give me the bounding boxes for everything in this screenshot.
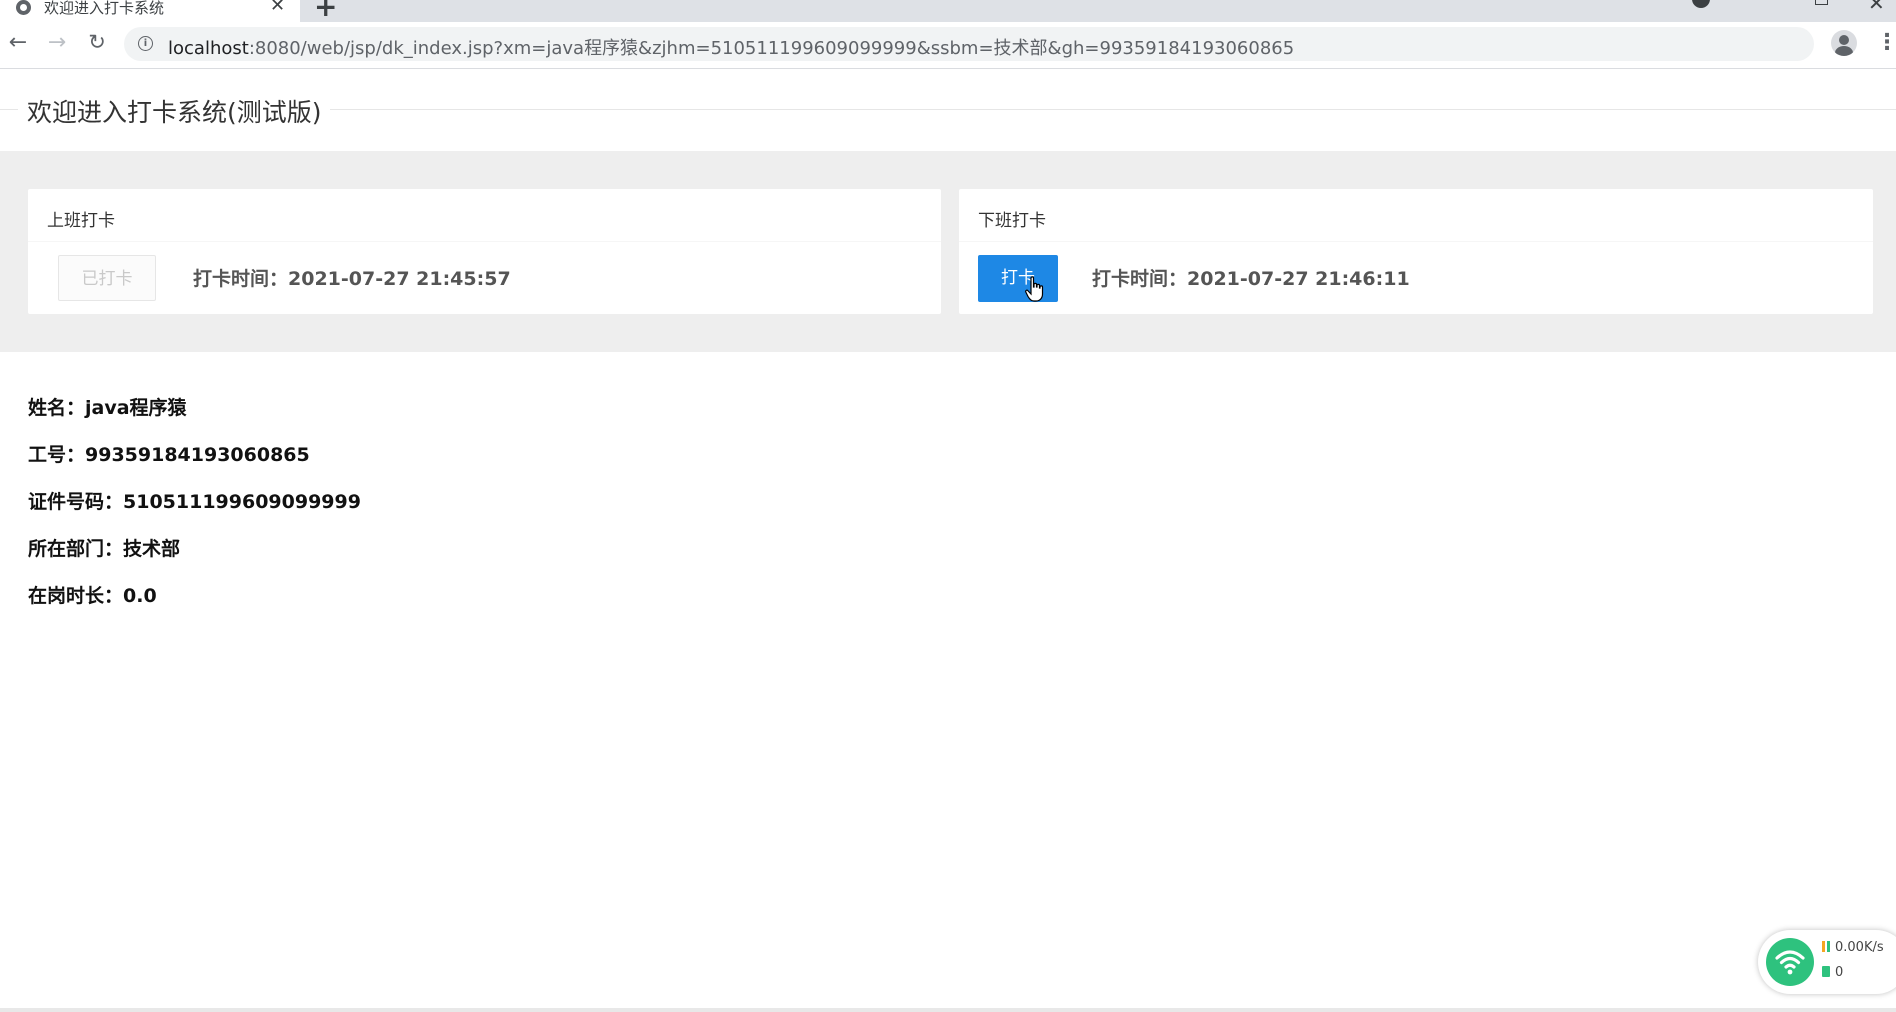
globe-icon xyxy=(16,0,31,15)
employee-department: 所在部门：技术部 xyxy=(28,538,181,560)
url-text[interactable]: localhost:8080/web/jsp/dk_index.jsp?xm=j… xyxy=(168,34,1294,60)
browser-toolbar: ← → ↻ i localhost:8080/web/jsp/dk_index.… xyxy=(0,22,1896,69)
network-speed: 0.00K/s xyxy=(1822,940,1884,955)
back-arrow-icon[interactable]: ← xyxy=(4,30,32,55)
employee-name: 姓名：java程序猿 xyxy=(28,397,187,419)
url-host: localhost xyxy=(168,38,249,59)
window-close-icon[interactable]: ✕ xyxy=(1868,0,1885,15)
page-header: 欢迎进入打卡系统(测试版) xyxy=(0,69,1896,151)
card-header: 上班打卡 xyxy=(28,189,941,242)
clock-in-title: 上班打卡 xyxy=(47,211,115,231)
network-count-value: 0 xyxy=(1835,965,1844,980)
reload-icon[interactable]: ↻ xyxy=(83,30,111,54)
bottom-edge xyxy=(0,1008,1896,1012)
divider xyxy=(0,109,18,110)
clock-in-time: 打卡时间：2021-07-27 21:45:57 xyxy=(193,268,511,290)
employee-id-number: 证件号码：510511199609099999 xyxy=(28,491,361,513)
clock-in-card: 上班打卡 已打卡 打卡时间：2021-07-27 21:45:57 xyxy=(28,189,941,314)
window-restore-icon[interactable] xyxy=(1815,0,1828,5)
tab-search-icon[interactable] xyxy=(1692,0,1710,8)
employee-duty-hours: 在岗时长：0.0 xyxy=(28,585,157,607)
kebab-menu-icon[interactable]: ⋮ xyxy=(1876,30,1896,55)
device-icon xyxy=(1822,966,1830,977)
browser-tabstrip: 欢迎进入打卡系统 ✕ + ✕ xyxy=(0,0,1896,22)
tab-title: 欢迎进入打卡系统 xyxy=(44,0,165,17)
close-icon[interactable]: ✕ xyxy=(270,0,285,16)
divider xyxy=(330,109,1896,110)
hand-cursor-icon xyxy=(1025,276,1044,302)
wifi-glyph xyxy=(1775,950,1805,975)
employee-info: 姓名：java程序猿 工号：99359184193060865 证件号码：510… xyxy=(28,393,361,628)
clock-out-title: 下班打卡 xyxy=(978,211,1046,231)
clock-out-button[interactable]: 打卡 xyxy=(978,255,1058,302)
network-count: 0 xyxy=(1822,965,1843,980)
clock-in-done-button: 已打卡 xyxy=(58,255,156,301)
url-path: :8080/web/jsp/dk_index.jsp?xm=java程序猿&zj… xyxy=(248,38,1295,59)
network-speed-widget[interactable]: 0.00K/s 0 xyxy=(1758,930,1896,994)
address-bar[interactable]: i localhost:8080/web/jsp/dk_index.jsp?xm… xyxy=(124,27,1814,61)
clock-out-card: 下班打卡 打卡 打卡时间：2021-07-27 21:46:11 xyxy=(959,189,1873,314)
page-title: 欢迎进入打卡系统(测试版) xyxy=(27,98,322,127)
forward-arrow-icon[interactable]: → xyxy=(43,30,71,55)
card-header: 下班打卡 xyxy=(959,189,1873,242)
clock-panel: 上班打卡 已打卡 打卡时间：2021-07-27 21:45:57 下班打卡 打… xyxy=(0,151,1896,352)
info-icon[interactable]: i xyxy=(138,36,153,51)
network-speed-value: 0.00K/s xyxy=(1835,940,1884,955)
profile-avatar-icon[interactable] xyxy=(1831,30,1857,56)
speed-arrows-icon xyxy=(1822,941,1830,952)
wifi-icon xyxy=(1766,938,1814,986)
new-tab-icon[interactable]: + xyxy=(314,0,337,22)
employee-job-number: 工号：99359184193060865 xyxy=(28,444,310,466)
clock-out-time: 打卡时间：2021-07-27 21:46:11 xyxy=(1092,268,1410,290)
browser-tab[interactable]: 欢迎进入打卡系统 ✕ xyxy=(0,0,300,22)
